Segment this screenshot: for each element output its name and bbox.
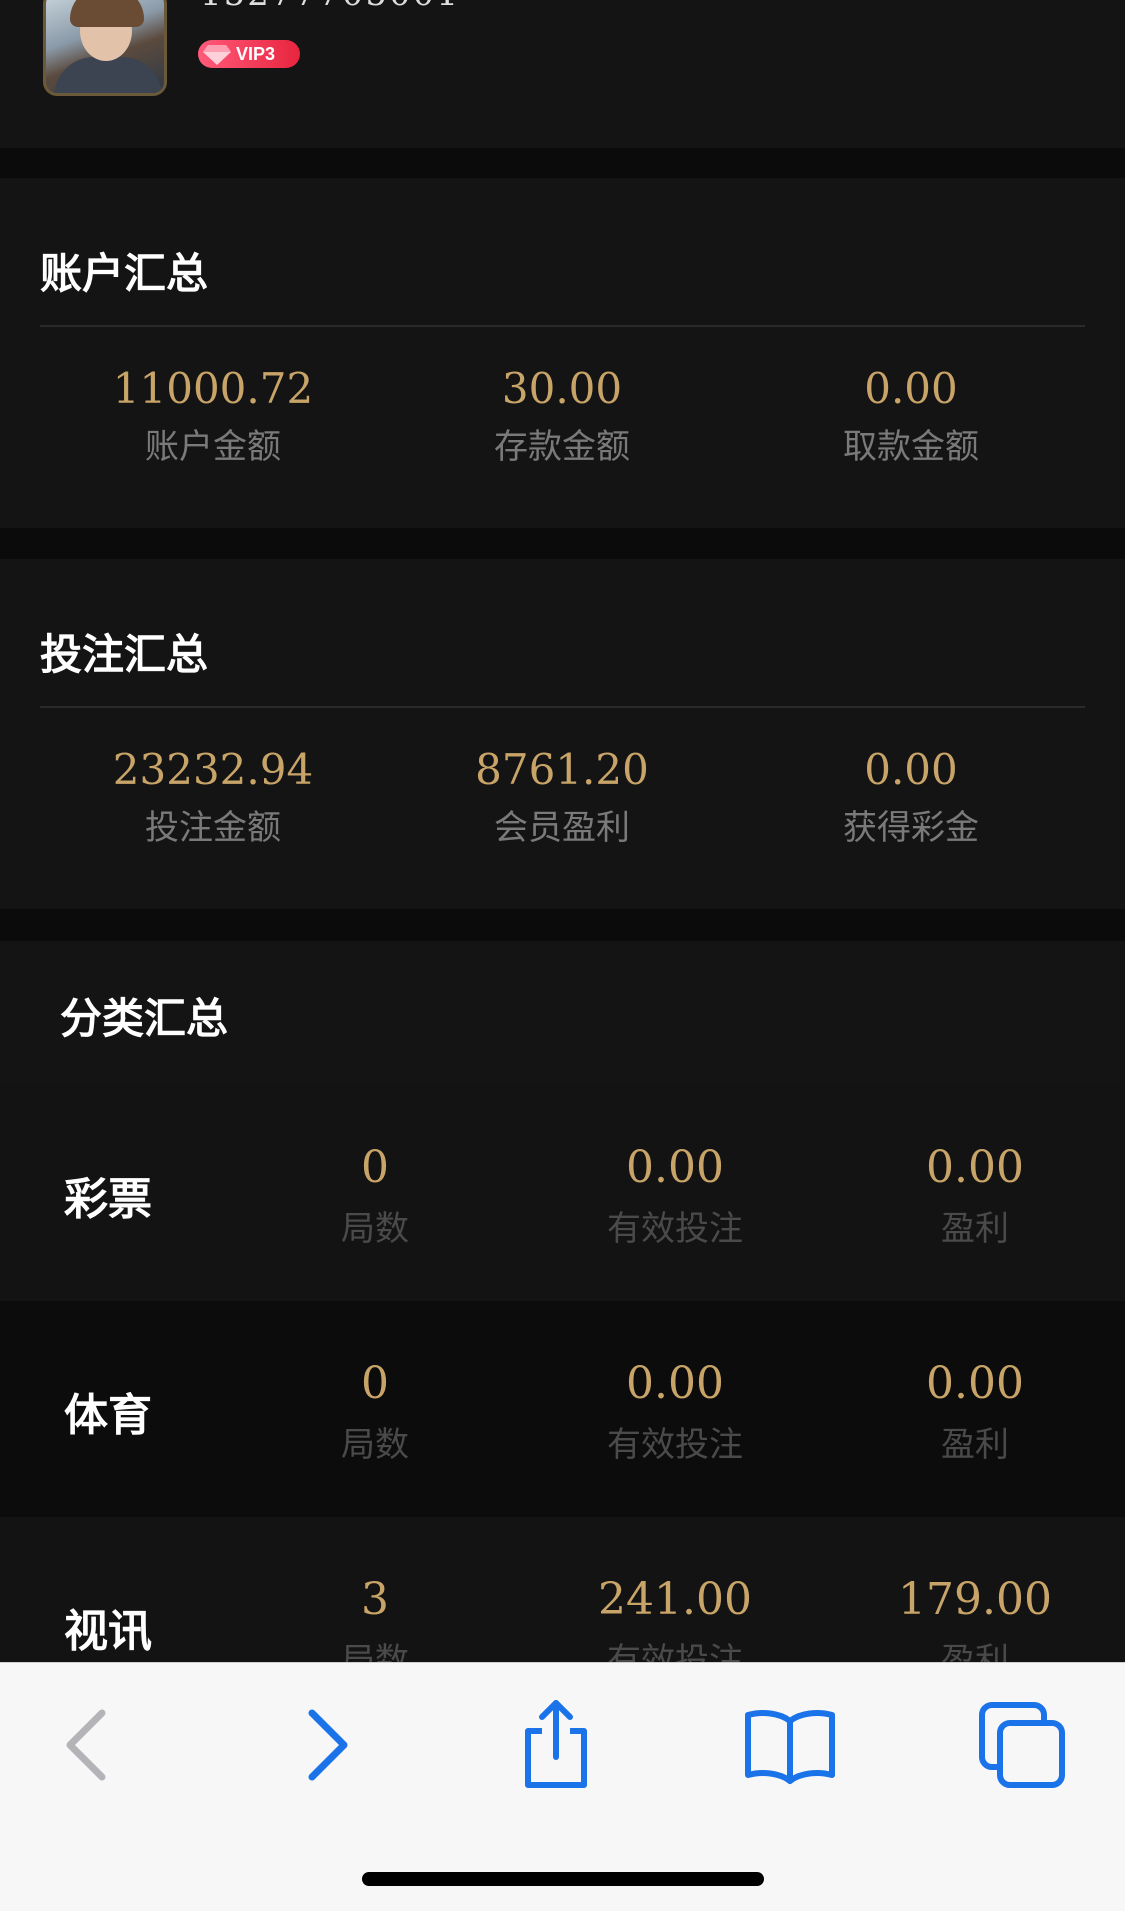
profit-label: 盈利 bbox=[941, 1425, 1009, 1465]
category-name: 视讯 bbox=[64, 1606, 152, 1657]
bet-amount-value: 23232.94 bbox=[112, 745, 314, 794]
bookmarks-button[interactable] bbox=[740, 1695, 840, 1795]
category-name: 彩票 bbox=[64, 1174, 152, 1225]
withdraw-amount-stat: 0.00 取款金额 bbox=[761, 364, 1061, 468]
category-summary-title: 分类汇总 bbox=[60, 994, 229, 1043]
category-row-lottery[interactable]: 彩票 0 局数 0.00 有效投注 0.00 盈利 bbox=[0, 1085, 1125, 1301]
divider bbox=[40, 325, 1085, 327]
account-summary-card: 账户汇总 11000.72 账户金额 30.00 存款金额 0.00 取款金额 bbox=[0, 178, 1125, 528]
profit-stat: 0.00 盈利 bbox=[825, 1142, 1125, 1250]
bet-summary-title: 投注汇总 bbox=[40, 630, 209, 679]
avatar[interactable] bbox=[43, 0, 167, 96]
member-profit-value: 8761.20 bbox=[475, 745, 649, 794]
deposit-amount-stat: 30.00 存款金额 bbox=[412, 364, 712, 468]
valid-bet-stat: 0.00 有效投注 bbox=[525, 1142, 825, 1250]
valid-bet-value: 0.00 bbox=[626, 1142, 724, 1193]
valid-bet-value: 241.00 bbox=[598, 1574, 752, 1625]
deposit-amount-label: 存款金额 bbox=[494, 427, 630, 467]
profit-value: 0.00 bbox=[926, 1142, 1024, 1193]
withdraw-amount-value: 0.00 bbox=[864, 364, 958, 413]
share-icon bbox=[525, 1700, 587, 1788]
account-balance-stat: 11000.72 账户金额 bbox=[63, 364, 363, 468]
diamond-icon bbox=[203, 45, 231, 65]
count-stat: 0 局数 bbox=[225, 1142, 525, 1250]
profit-stat: 0.00 盈利 bbox=[825, 1358, 1125, 1466]
bet-amount-stat: 23232.94 投注金额 bbox=[63, 745, 363, 849]
deposit-amount-value: 30.00 bbox=[501, 364, 623, 413]
forward-button[interactable] bbox=[278, 1695, 378, 1795]
share-button[interactable] bbox=[506, 1695, 606, 1795]
valid-bet-label: 有效投注 bbox=[607, 1209, 743, 1249]
bookmarks-icon bbox=[745, 1710, 835, 1784]
bet-summary-card: 投注汇总 23232.94 投注金额 8761.20 会员盈利 0.00 获得彩… bbox=[0, 559, 1125, 909]
bet-amount-label: 投注金额 bbox=[145, 808, 281, 848]
account-balance-value: 11000.72 bbox=[112, 364, 314, 413]
profile-header: 15277705001 VIP3 bbox=[0, 0, 1125, 148]
count-value: 3 bbox=[361, 1574, 389, 1625]
bonus-stat: 0.00 获得彩金 bbox=[761, 745, 1061, 849]
divider bbox=[40, 706, 1085, 708]
vip-badge: VIP3 bbox=[198, 40, 300, 68]
back-button[interactable] bbox=[36, 1695, 136, 1795]
home-indicator[interactable] bbox=[362, 1872, 764, 1886]
back-icon bbox=[66, 1709, 106, 1781]
profit-value: 0.00 bbox=[926, 1358, 1024, 1409]
valid-bet-label: 有效投注 bbox=[607, 1425, 743, 1465]
count-value: 0 bbox=[361, 1142, 389, 1193]
valid-bet-value: 0.00 bbox=[626, 1358, 724, 1409]
forward-icon bbox=[308, 1709, 348, 1781]
withdraw-amount-label: 取款金额 bbox=[843, 427, 979, 467]
bonus-label: 获得彩金 bbox=[843, 808, 979, 848]
profit-label: 盈利 bbox=[941, 1209, 1009, 1249]
account-balance-label: 账户金额 bbox=[145, 427, 281, 467]
category-summary-header: 分类汇总 bbox=[0, 941, 1125, 1085]
category-row-sports[interactable]: 体育 0 局数 0.00 有效投注 0.00 盈利 bbox=[0, 1301, 1125, 1517]
account-summary-title: 账户汇总 bbox=[40, 249, 209, 298]
count-stat: 0 局数 bbox=[225, 1358, 525, 1466]
tabs-button[interactable] bbox=[972, 1695, 1072, 1795]
member-profit-stat: 8761.20 会员盈利 bbox=[412, 745, 712, 849]
count-label: 局数 bbox=[341, 1425, 409, 1465]
tabs-icon bbox=[979, 1702, 1065, 1788]
category-name: 体育 bbox=[64, 1390, 152, 1441]
count-value: 0 bbox=[361, 1358, 389, 1409]
bonus-value: 0.00 bbox=[864, 745, 958, 794]
phone-number: 15277705001 bbox=[200, 0, 460, 14]
profit-value: 179.00 bbox=[898, 1574, 1052, 1625]
member-profit-label: 会员盈利 bbox=[494, 808, 630, 848]
valid-bet-stat: 0.00 有效投注 bbox=[525, 1358, 825, 1466]
count-label: 局数 bbox=[341, 1209, 409, 1249]
